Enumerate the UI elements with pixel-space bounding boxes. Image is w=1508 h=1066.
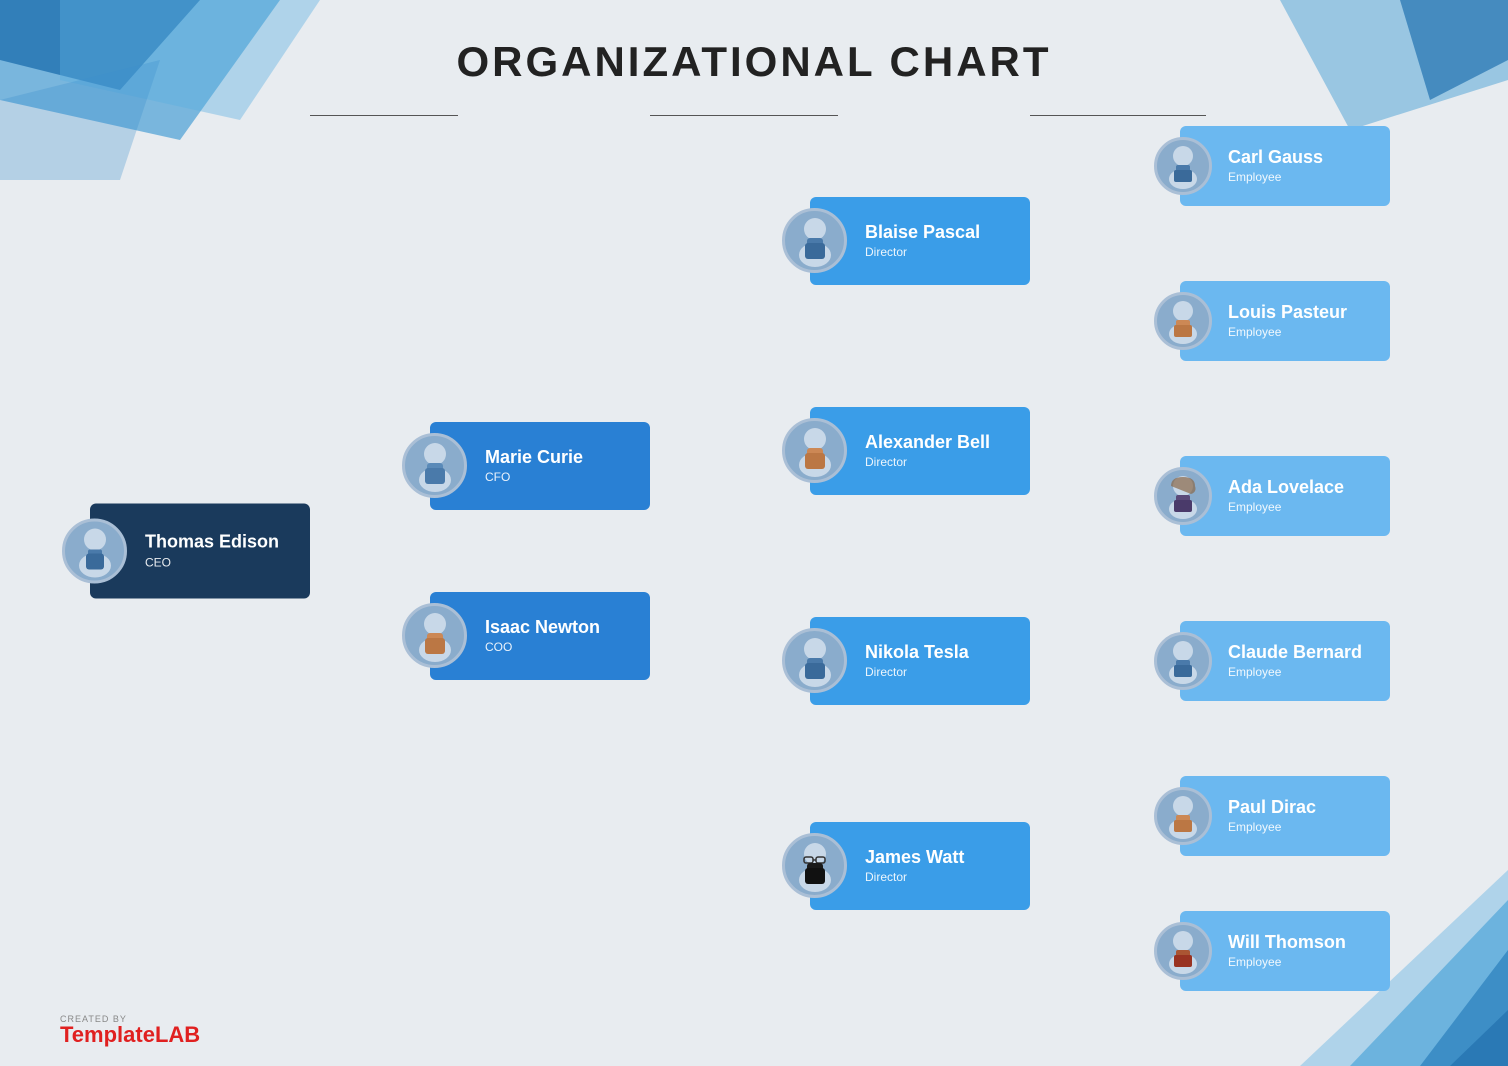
director2-name: Alexander Bell bbox=[865, 432, 990, 454]
coo-node: Isaac Newton COO bbox=[430, 592, 650, 680]
director2-avatar bbox=[782, 418, 847, 483]
coo-avatar bbox=[402, 603, 467, 668]
emp6-node: Will Thomson Employee bbox=[1180, 911, 1390, 991]
director2-role: Director bbox=[865, 455, 990, 469]
emp1-name: Carl Gauss bbox=[1228, 147, 1323, 169]
emp1-node: Carl Gauss Employee bbox=[1180, 126, 1390, 206]
coo-role: COO bbox=[485, 640, 600, 654]
director4-node: James Watt Director bbox=[810, 822, 1030, 910]
watermark: CREATED BY TemplateLAB bbox=[60, 1014, 200, 1046]
director3-name: Nikola Tesla bbox=[865, 642, 969, 664]
director3-avatar bbox=[782, 628, 847, 693]
emp2-name: Louis Pasteur bbox=[1228, 302, 1347, 324]
page-title: ORGANIZATIONAL CHART bbox=[0, 38, 1508, 86]
director3-role: Director bbox=[865, 665, 969, 679]
emp5-node: Paul Dirac Employee bbox=[1180, 776, 1390, 856]
director1-role: Director bbox=[865, 245, 980, 259]
director4-name: James Watt bbox=[865, 847, 964, 869]
emp3-node: Ada Lovelace Employee bbox=[1180, 456, 1390, 536]
director4-role: Director bbox=[865, 870, 964, 884]
emp4-role: Employee bbox=[1228, 665, 1362, 679]
emp4-name: Claude Bernard bbox=[1228, 642, 1362, 664]
emp2-avatar bbox=[1154, 292, 1212, 350]
emp5-avatar bbox=[1154, 787, 1212, 845]
emp6-role: Employee bbox=[1228, 955, 1346, 969]
emp4-node: Claude Bernard Employee bbox=[1180, 621, 1390, 701]
emp6-name: Will Thomson bbox=[1228, 932, 1346, 954]
cfo-node: Marie Curie CFO bbox=[430, 422, 650, 510]
ceo-role: CEO bbox=[145, 555, 279, 569]
ceo-avatar bbox=[62, 518, 127, 583]
cfo-avatar bbox=[402, 433, 467, 498]
emp5-name: Paul Dirac bbox=[1228, 797, 1316, 819]
director4-avatar bbox=[782, 833, 847, 898]
emp6-avatar bbox=[1154, 922, 1212, 980]
director1-node: Blaise Pascal Director bbox=[810, 197, 1030, 285]
emp2-role: Employee bbox=[1228, 325, 1347, 339]
director2-node: Alexander Bell Director bbox=[810, 407, 1030, 495]
emp3-role: Employee bbox=[1228, 500, 1344, 514]
emp4-avatar bbox=[1154, 632, 1212, 690]
emp3-avatar bbox=[1154, 467, 1212, 525]
cfo-role: CFO bbox=[485, 470, 583, 484]
emp5-role: Employee bbox=[1228, 820, 1316, 834]
ceo-node: Thomas Edison CEO bbox=[90, 503, 310, 598]
director3-node: Nikola Tesla Director bbox=[810, 617, 1030, 705]
emp1-role: Employee bbox=[1228, 170, 1323, 184]
director1-avatar bbox=[782, 208, 847, 273]
ceo-name: Thomas Edison bbox=[145, 532, 279, 554]
cfo-name: Marie Curie bbox=[485, 447, 583, 469]
watermark-logo: TemplateLAB bbox=[60, 1024, 200, 1046]
emp1-avatar bbox=[1154, 137, 1212, 195]
coo-name: Isaac Newton bbox=[485, 617, 600, 639]
emp3-name: Ada Lovelace bbox=[1228, 477, 1344, 499]
emp2-node: Louis Pasteur Employee bbox=[1180, 281, 1390, 361]
director1-name: Blaise Pascal bbox=[865, 222, 980, 244]
